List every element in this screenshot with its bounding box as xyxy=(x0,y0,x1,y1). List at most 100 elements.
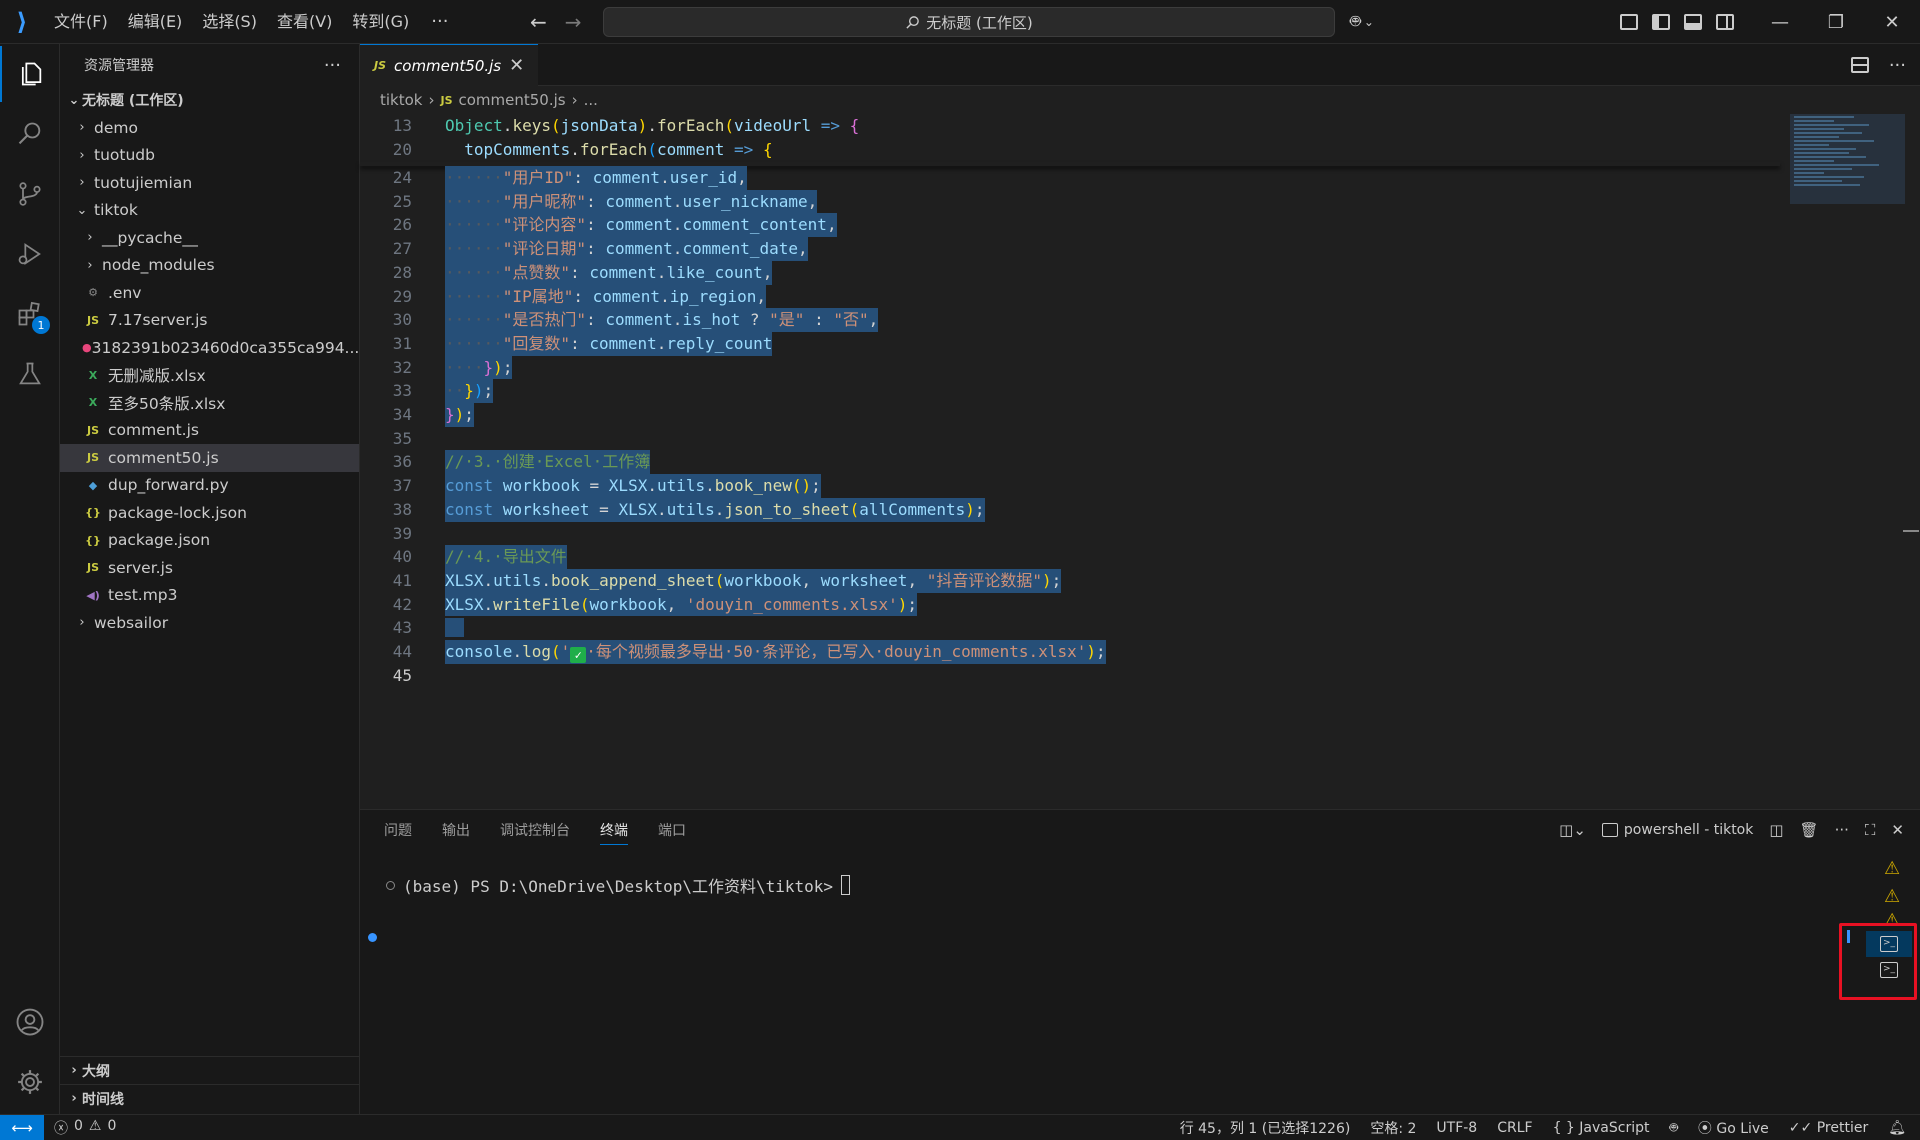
tab-problems[interactable]: 问题 xyxy=(384,820,412,840)
command-center-search[interactable]: 无标题 (工作区) xyxy=(603,7,1335,37)
code-line[interactable]: 39 xyxy=(360,522,1780,546)
language-mode[interactable]: { } JavaScript xyxy=(1553,1120,1650,1136)
tab-output[interactable]: 输出 xyxy=(442,820,470,840)
menu-goto[interactable]: 转到(G) xyxy=(342,0,419,44)
code-line[interactable]: 36//·3.·创建·Excel·工作簿 xyxy=(360,450,1780,475)
code-line[interactable]: 37 const workbook = XLSX.utils.book_new()… xyxy=(360,474,1780,498)
encoding[interactable]: UTF-8 xyxy=(1436,1120,1477,1136)
code-line[interactable]: 35 xyxy=(360,427,1780,451)
new-terminal-split-icon[interactable]: ◫⌄ xyxy=(1559,821,1586,839)
code-line[interactable]: 29 ······"IP属地": comment.ip_region, xyxy=(360,284,1780,309)
indentation[interactable]: 空格: 2 xyxy=(1370,1118,1416,1138)
tree-file[interactable]: ◀) test.mp3 xyxy=(60,582,359,610)
code-line[interactable]: 45 xyxy=(360,664,1780,688)
tree-file[interactable]: ⚙ .env xyxy=(60,279,359,307)
restore-icon[interactable]: ❐ xyxy=(1808,0,1864,44)
outline-section[interactable]: › 大纲 xyxy=(60,1056,360,1084)
code-editor[interactable]: 13 Object.keys(jsonData).forEach(videoUrl… xyxy=(360,114,1780,809)
tree-file[interactable]: JS comment.js xyxy=(60,417,359,445)
tree-folder[interactable]: › __pycache__ xyxy=(60,224,359,252)
search-icon[interactable] xyxy=(0,106,60,162)
tree-folder[interactable]: › demo xyxy=(60,114,359,142)
copilot-button[interactable]: 🤖︎ ⌄ xyxy=(1350,0,1374,44)
breadcrumb-folder[interactable]: tiktok xyxy=(380,91,422,109)
explorer-more-button[interactable]: ··· xyxy=(324,55,341,76)
copilot-icon[interactable]: 🤖︎ xyxy=(1669,1118,1677,1138)
arrow-left-icon[interactable]: ← xyxy=(530,10,547,34)
customize-layout-icon[interactable] xyxy=(1620,14,1638,30)
remote-icon[interactable]: ⟷ xyxy=(0,1114,44,1140)
code-line[interactable]: 33 ··}); xyxy=(360,379,1780,403)
breadcrumb-file[interactable]: comment50.js xyxy=(459,91,566,109)
source-control-icon[interactable] xyxy=(0,166,60,222)
command-decoration-icon[interactable] xyxy=(386,880,395,890)
tree-file[interactable]: JS comment50.js xyxy=(60,444,359,472)
split-terminal-icon[interactable]: ◫ xyxy=(1769,821,1783,839)
tree-file[interactable]: JS server.js xyxy=(60,554,359,582)
tree-folder[interactable]: › node_modules xyxy=(60,252,359,280)
trash-icon[interactable]: 🗑︎ xyxy=(1800,821,1819,839)
tree-file[interactable]: X 无删减版.xlsx xyxy=(60,362,359,390)
tab-terminal[interactable]: 终端 xyxy=(600,815,628,845)
toggle-secondary-sidebar-icon[interactable] xyxy=(1716,14,1734,30)
toggle-primary-sidebar-icon[interactable] xyxy=(1652,14,1670,30)
arrow-right-icon[interactable]: → xyxy=(565,10,582,34)
more-actions-icon[interactable]: ··· xyxy=(1889,55,1906,76)
code-line[interactable]: 30 ······"是否热门": comment.is_hot ? "是" : "… xyxy=(360,308,1780,332)
menu-more-button[interactable]: ··· xyxy=(419,11,460,32)
close-icon[interactable]: ✕ xyxy=(1891,821,1904,839)
terminal-selector[interactable]: powershell - tiktok xyxy=(1601,822,1753,838)
tab-comment50-js[interactable]: JS comment50.js ✕ xyxy=(360,44,539,86)
minimize-icon[interactable]: — xyxy=(1752,0,1808,44)
code-line[interactable]: 25 ······"用户昵称": comment.user_nickname, xyxy=(360,189,1780,214)
workspace-root[interactable]: ⌄ 无标题 (工作区) xyxy=(60,86,359,114)
breadcrumb-symbol[interactable]: ... xyxy=(584,91,598,109)
code-line[interactable]: 43 xyxy=(360,616,1780,640)
toggle-panel-icon[interactable] xyxy=(1684,14,1702,30)
code-line[interactable]: 34}); xyxy=(360,403,1780,427)
tab-ports[interactable]: 端口 xyxy=(658,820,686,840)
tree-file[interactable]: JS 7.17server.js xyxy=(60,307,359,335)
more-actions-icon[interactable]: ··· xyxy=(1835,821,1849,839)
code-line[interactable]: 44 console.log(' ✓ ·每个视频最多导出·50·条评论，已写入·dou… xyxy=(360,640,1780,664)
close-icon[interactable]: ✕ xyxy=(1864,0,1920,44)
go-live-button[interactable]: ⦿ Go Live xyxy=(1698,1118,1769,1138)
tree-file[interactable]: ◆ dup_forward.py xyxy=(60,472,359,500)
tree-folder[interactable]: › tuotujiemian xyxy=(60,169,359,197)
split-editor-icon[interactable] xyxy=(1850,57,1869,73)
menu-view[interactable]: 查看(V) xyxy=(267,0,342,44)
run-debug-icon[interactable] xyxy=(0,226,60,282)
bell-icon[interactable]: 🔔︎ xyxy=(1888,1120,1906,1136)
end-of-line[interactable]: CRLF xyxy=(1497,1120,1532,1136)
maximize-panel-icon[interactable]: ⛶ xyxy=(1865,821,1876,839)
gear-icon[interactable] xyxy=(0,1054,60,1110)
sticky-scroll-line[interactable]: 13 Object.keys(jsonData).forEach(videoUrl… xyxy=(360,114,1780,138)
code-line[interactable]: 40//·4.·导出文件 xyxy=(360,545,1780,569)
tree-file[interactable]: ● 3182391b023460d0ca355ca994... xyxy=(60,334,359,362)
code-line[interactable]: 38 const worksheet = XLSX.utils.json_to_s… xyxy=(360,497,1780,522)
tree-file[interactable]: {} package.json xyxy=(60,527,359,555)
tab-debug-console[interactable]: 调试控制台 xyxy=(500,820,570,840)
code-line[interactable]: 27 ······"评论日期": comment.comment_date, xyxy=(360,237,1780,261)
menu-file[interactable]: 文件(F) xyxy=(44,0,118,44)
cursor-position[interactable]: 行 45，列 1 (已选择1226) xyxy=(1180,1118,1351,1138)
tree-folder[interactable]: › tuotudb xyxy=(60,142,359,170)
extensions-icon[interactable]: 1 xyxy=(0,286,60,342)
sticky-scroll-line[interactable]: 20 topComments.forEach(comment => { xyxy=(360,137,1780,162)
tree-file[interactable]: {} package-lock.json xyxy=(60,499,359,527)
tree-folder[interactable]: › websailor xyxy=(60,609,359,637)
code-line[interactable]: 31 ······"回复数": comment.reply_count xyxy=(360,331,1780,356)
minimap[interactable] xyxy=(1790,114,1905,204)
accounts-icon[interactable] xyxy=(0,994,60,1050)
explorer-icon[interactable] xyxy=(0,46,60,102)
tree-folder[interactable]: ⌄ tiktok xyxy=(60,197,359,225)
testing-icon[interactable] xyxy=(0,346,60,402)
terminal-output[interactable]: (base) PS D:\OneDrive\Desktop\工作资料\tikto… xyxy=(360,850,1840,1115)
close-icon[interactable]: ✕ xyxy=(509,55,524,76)
tree-file[interactable]: X 至多50条版.xlsx xyxy=(60,389,359,417)
warning-icon[interactable]: ⚠ xyxy=(1884,910,1900,924)
timeline-section[interactable]: › 时间线 xyxy=(60,1084,360,1112)
command-decoration-icon[interactable] xyxy=(368,933,377,942)
code-line[interactable]: 28 ······"点赞数": comment.like_count, xyxy=(360,260,1780,285)
menu-selection[interactable]: 选择(S) xyxy=(192,0,267,44)
